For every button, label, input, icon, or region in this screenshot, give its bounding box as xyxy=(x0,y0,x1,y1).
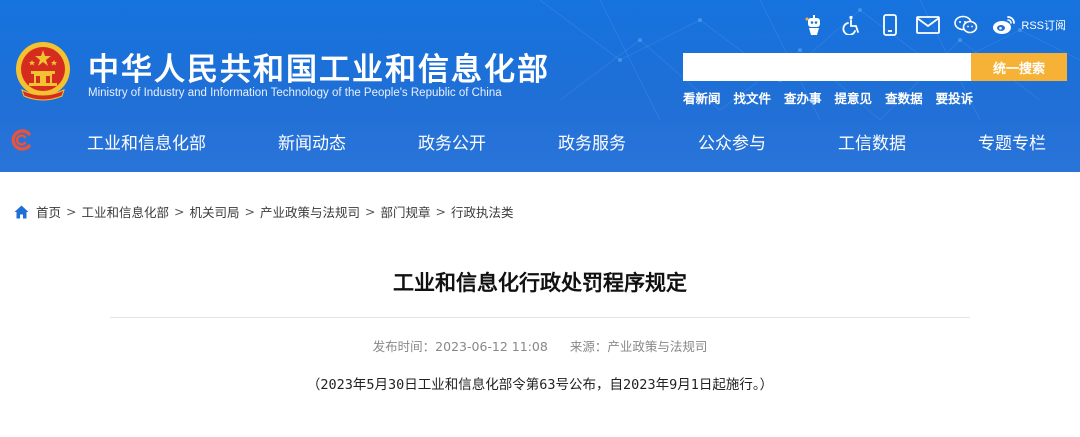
breadcrumb-separator: > xyxy=(244,204,255,219)
breadcrumb-separator: > xyxy=(365,204,376,219)
miit-logo-icon[interactable] xyxy=(10,128,34,152)
breadcrumb-separator: > xyxy=(174,204,185,219)
search-input[interactable] xyxy=(683,53,971,81)
mail-icon[interactable] xyxy=(915,12,941,38)
wechat-icon[interactable] xyxy=(953,12,979,38)
unified-search-button[interactable]: 统一搜索 xyxy=(971,53,1067,81)
quick-link-feedback[interactable]: 提意见 xyxy=(835,88,873,107)
mobile-icon[interactable] xyxy=(877,12,903,38)
site-subtitle: Ministry of Industry and Information Tec… xyxy=(88,87,502,99)
national-emblem-icon xyxy=(16,42,70,101)
breadcrumb-separator: > xyxy=(66,204,77,219)
site-header: 中华人民共和国工业和信息化部 Ministry of Industry and … xyxy=(0,0,1080,172)
quick-links: 看新闻 找文件 查办事 提意见 查数据 要投诉 xyxy=(683,88,986,107)
source-label: 来源： xyxy=(569,339,608,354)
source-value: 产业政策与法规司 xyxy=(607,339,708,354)
breadcrumb: 首页 > 工业和信息化部 > 机关司局 > 产业政策与法规司 > 部门规章 > … xyxy=(14,202,514,221)
breadcrumb-administrative-enforcement[interactable]: 行政执法类 xyxy=(451,202,514,221)
home-icon xyxy=(14,205,29,218)
title-divider xyxy=(110,317,970,318)
rss-subscribe-link[interactable]: RSS订阅 xyxy=(1021,17,1066,33)
quick-link-documents[interactable]: 找文件 xyxy=(734,88,772,107)
top-utility-bar: RSS订阅 xyxy=(789,12,1066,38)
weibo-icon[interactable] xyxy=(991,12,1017,38)
quick-link-news[interactable]: 看新闻 xyxy=(683,88,721,107)
nav-item-government-services[interactable]: 政务服务 xyxy=(558,129,626,154)
breadcrumb-miit[interactable]: 工业和信息化部 xyxy=(82,202,170,221)
quick-link-data[interactable]: 查数据 xyxy=(885,88,923,107)
article-notice: （2023年5月30日工业和信息化部令第63号公布，自2023年9月1日起施行。… xyxy=(306,377,774,393)
main-nav: 工业和信息化部 新闻动态 政务公开 政务服务 公众参与 工信数据 专题专栏 xyxy=(0,121,1080,159)
nav-item-government-affairs[interactable]: 政务公开 xyxy=(418,129,486,154)
breadcrumb-departments[interactable]: 机关司局 xyxy=(190,202,240,221)
accessibility-icon[interactable] xyxy=(839,12,865,38)
nav-item-news[interactable]: 新闻动态 xyxy=(278,129,346,154)
nav-item-data[interactable]: 工信数据 xyxy=(838,129,906,154)
breadcrumb-department-rules[interactable]: 部门规章 xyxy=(381,202,431,221)
article-meta: 发布时间：2023-06-12 11:08 来源：产业政策与法规司 xyxy=(0,336,1080,355)
publish-time-value: 2023-06-12 11:08 xyxy=(435,339,548,354)
breadcrumb-separator: > xyxy=(435,204,446,219)
breadcrumb-home[interactable]: 首页 xyxy=(36,202,61,221)
nav-item-public-participation[interactable]: 公众参与 xyxy=(698,129,766,154)
article-title: 工业和信息化行政处罚程序规定 xyxy=(393,271,687,295)
publish-time-label: 发布时间： xyxy=(372,339,436,354)
quick-link-complaint[interactable]: 要投诉 xyxy=(936,88,974,107)
robot-icon[interactable] xyxy=(801,12,827,38)
quick-link-services[interactable]: 查办事 xyxy=(784,88,822,107)
site-title: 中华人民共和国工业和信息化部 xyxy=(88,52,550,88)
search-bar: 统一搜索 xyxy=(683,53,1067,81)
nav-item-miit[interactable]: 工业和信息化部 xyxy=(87,129,206,154)
breadcrumb-policy-regulation-dept[interactable]: 产业政策与法规司 xyxy=(260,202,360,221)
nav-item-special-topics[interactable]: 专题专栏 xyxy=(978,129,1046,154)
